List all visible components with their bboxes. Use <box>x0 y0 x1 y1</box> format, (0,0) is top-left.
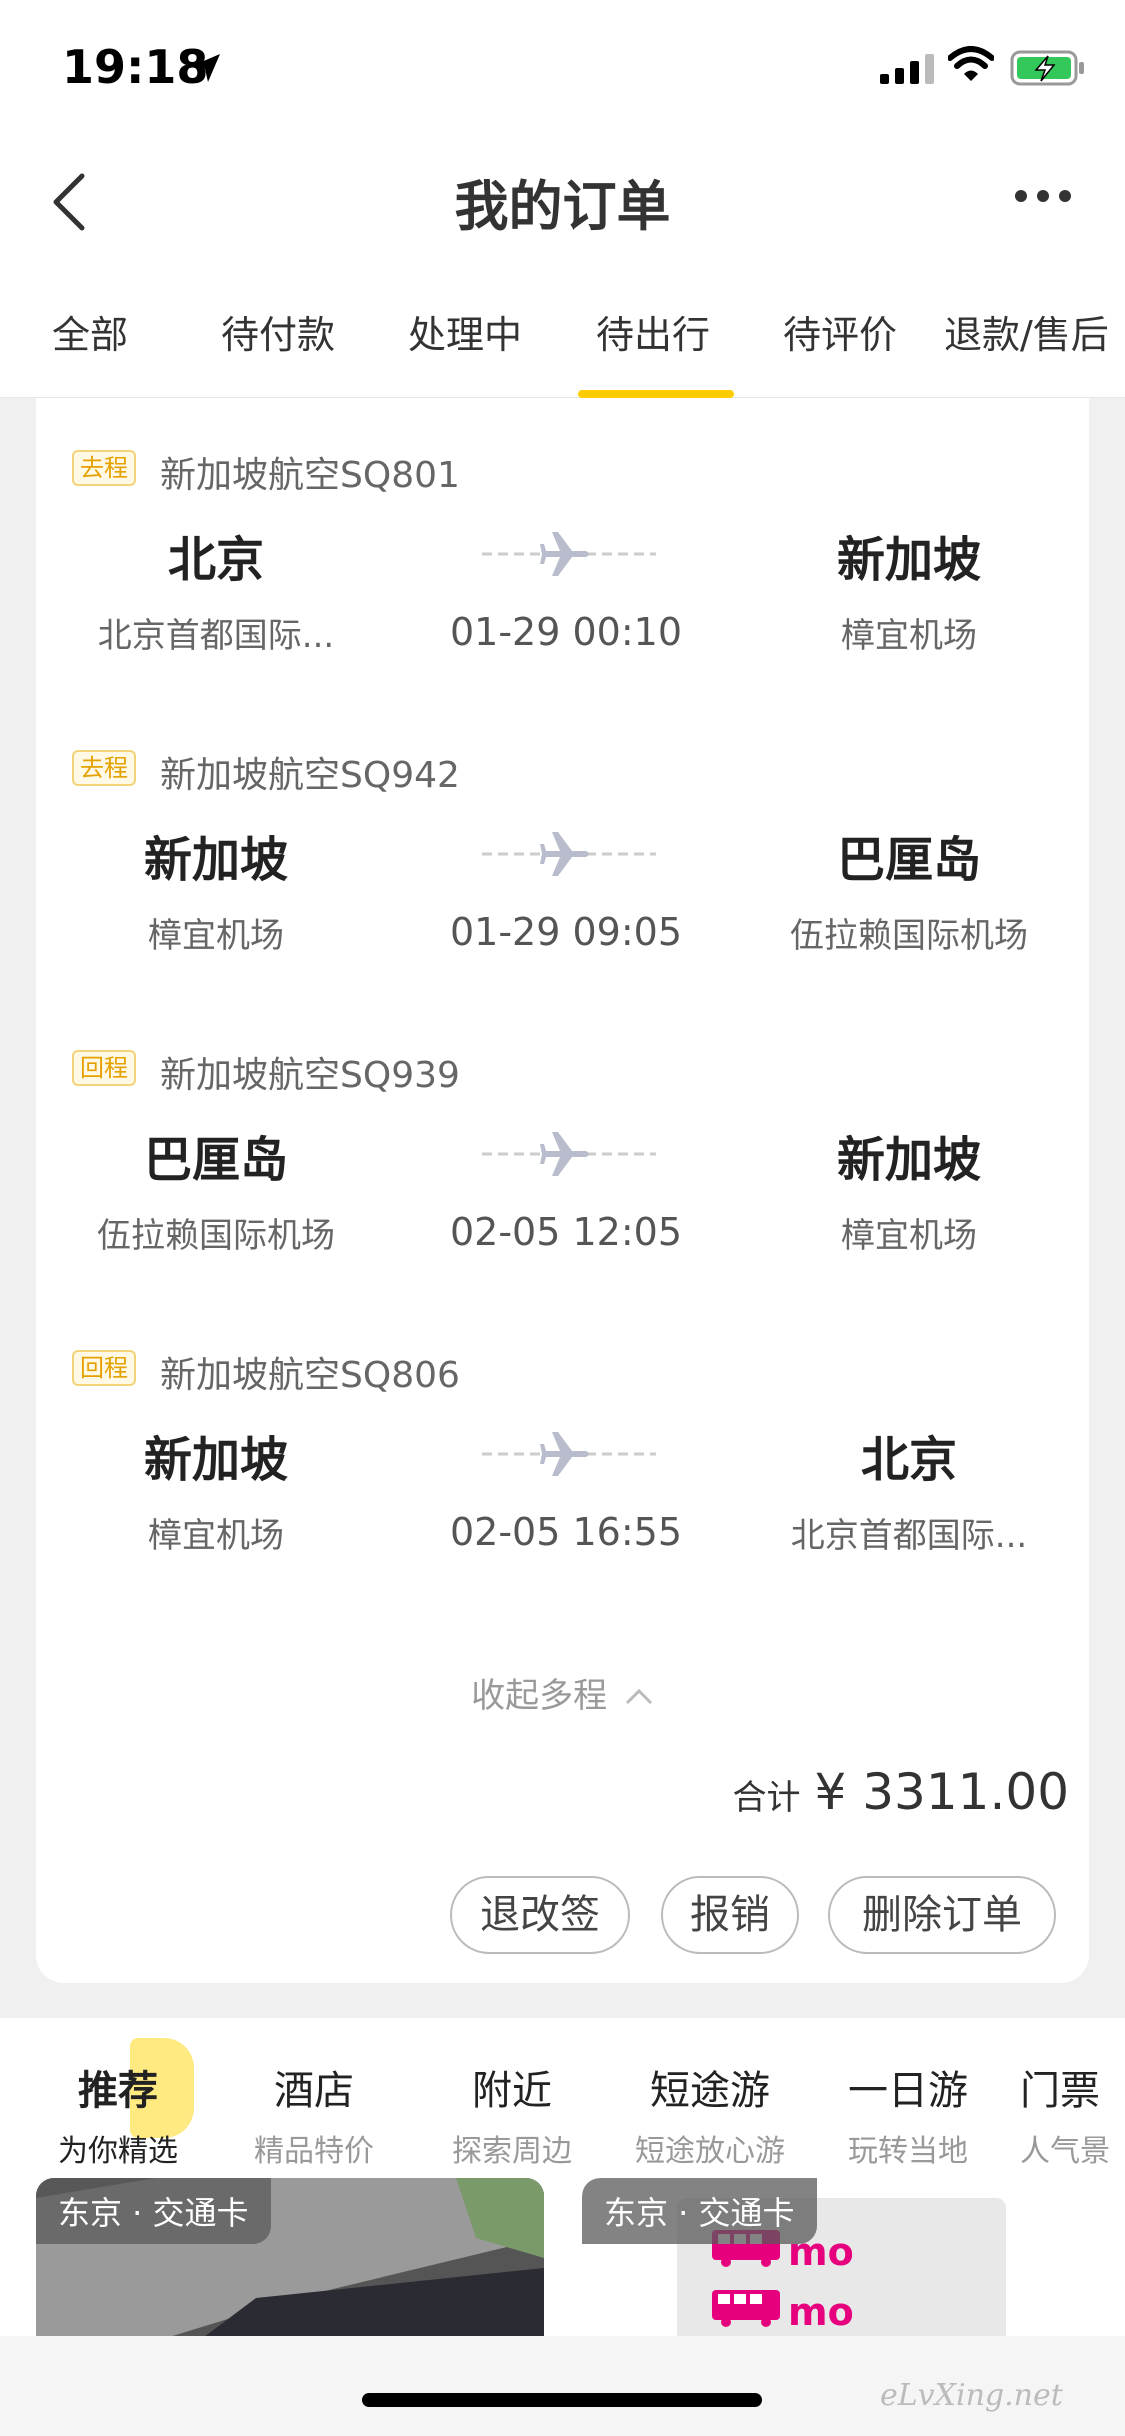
order-card[interactable]: 去程 新加坡航空SQ801 北京 北京首都国际... 新加坡 樟宜机场 01-2… <box>36 398 1089 1983</box>
collapse-multi-trip-button[interactable]: 收起多程 <box>36 1668 1089 1717</box>
departure-city: 新加坡 <box>143 1432 288 1488</box>
rec-tab-subtitle: 短途放心游 <box>635 2134 785 2169</box>
more-options-icon[interactable] <box>1015 190 1071 202</box>
total-label: 合计 <box>732 1778 801 1818</box>
rec-tab-day-trip[interactable]: 一日游 玩转当地 <box>818 2058 998 2170</box>
tab-upcoming-trip[interactable]: 待出行 <box>596 304 710 359</box>
departure-airport: 樟宜机场 <box>148 1516 284 1556</box>
change-refund-button[interactable]: 退改签 <box>450 1876 630 1954</box>
airplane-icon <box>482 1132 656 1176</box>
order-total: 合计 ¥ 3311.00 <box>733 1763 1069 1821</box>
tab-pending-payment[interactable]: 待付款 <box>221 304 335 359</box>
rec-tab-tickets[interactable]: 门票 人气景 <box>1020 2058 1125 2170</box>
departure-time: 01-29 09:05 <box>449 910 682 954</box>
page-title: 我的订单 <box>454 175 671 238</box>
rec-tab-subtitle: 为你精选 <box>58 2134 178 2169</box>
airline-flight: 新加坡航空SQ801 <box>160 455 460 496</box>
rec-tab-subtitle: 探索周边 <box>452 2134 572 2169</box>
cellular-signal-icon <box>880 52 934 84</box>
departure-time: 01-29 00:10 <box>449 610 682 654</box>
active-tab-indicator <box>578 390 734 398</box>
arrival-city: 新加坡 <box>836 532 981 588</box>
departure-airport: 北京首都国际... <box>97 616 335 656</box>
card-label: 东京 · 交通卡 <box>36 2178 271 2244</box>
flight-segment[interactable]: 去程 新加坡航空SQ801 北京 北京首都国际... 新加坡 樟宜机场 01-2… <box>36 398 1089 698</box>
arrival-city: 巴厘岛 <box>836 832 981 888</box>
flight-segment[interactable]: 回程 新加坡航空SQ939 巴厘岛 伍拉赖国际机场 新加坡 樟宜机场 02-05… <box>36 998 1089 1298</box>
flight-segment[interactable]: 去程 新加坡航空SQ942 新加坡 樟宜机场 巴厘岛 伍拉赖国际机场 01-29… <box>36 698 1089 998</box>
rec-tab-title: 短途游 <box>650 2068 770 2114</box>
collapse-label: 收起多程 <box>471 1676 608 1716</box>
rec-tab-title: 酒店 <box>274 2068 354 2114</box>
departure-airport: 伍拉赖国际机场 <box>97 1216 335 1256</box>
flight-segment[interactable]: 回程 新加坡航空SQ806 新加坡 樟宜机场 北京 北京首都国际... 02-0… <box>36 1298 1089 1598</box>
rec-tab-subtitle: 精品特价 <box>254 2134 374 2169</box>
total-amount: ¥ 3311.00 <box>814 1763 1069 1821</box>
status-bar: 19:18 <box>0 0 1125 132</box>
rec-tab-hotel[interactable]: 酒店 精品特价 <box>224 2058 404 2170</box>
rec-tab-recommend[interactable]: 推荐 为你精选 <box>28 2058 208 2170</box>
departure-airport: 樟宜机场 <box>148 916 284 956</box>
status-time: 19:18 <box>62 40 209 94</box>
trip-direction-tag: 回程 <box>72 1350 136 1386</box>
trip-direction-tag: 去程 <box>72 750 136 786</box>
rec-tab-nearby[interactable]: 附近 探索周边 <box>422 2058 602 2170</box>
airplane-icon <box>482 832 656 876</box>
tab-all[interactable]: 全部 <box>52 304 128 359</box>
arrival-airport: 伍拉赖国际机场 <box>790 916 1028 956</box>
departure-time: 02-05 12:05 <box>449 1210 682 1254</box>
arrival-airport: 樟宜机场 <box>841 1216 977 1256</box>
departure-time: 02-05 16:55 <box>449 1510 682 1554</box>
departure-city: 新加坡 <box>143 832 288 888</box>
trip-direction-tag: 去程 <box>72 450 136 486</box>
rec-tab-subtitle: 人气景 <box>1020 2134 1110 2169</box>
reimburse-button[interactable]: 报销 <box>661 1876 799 1954</box>
watermark: eLvXing.net <box>880 2378 1063 2413</box>
trip-direction-tag: 回程 <box>72 1050 136 1086</box>
tab-pending-review[interactable]: 待评价 <box>783 304 897 359</box>
card-label: 东京 · 交通卡 <box>582 2178 817 2244</box>
airline-flight: 新加坡航空SQ806 <box>160 1355 460 1396</box>
tab-processing[interactable]: 处理中 <box>408 304 522 359</box>
airline-flight: 新加坡航空SQ939 <box>160 1055 460 1096</box>
battery-charging-icon <box>1010 50 1084 86</box>
order-status-tabs: 全部 待付款 处理中 待出行 待评价 退款/售后 <box>0 262 1125 398</box>
rec-tab-title: 一日游 <box>848 2068 968 2114</box>
chevron-up-icon <box>625 1688 652 1705</box>
airline-flight: 新加坡航空SQ942 <box>160 755 460 796</box>
delete-order-button[interactable]: 删除订单 <box>828 1876 1056 1954</box>
airplane-icon <box>482 532 656 576</box>
tab-refund-aftersale[interactable]: 退款/售后 <box>944 304 1109 359</box>
wifi-icon <box>948 46 994 81</box>
arrival-airport: 樟宜机场 <box>841 616 977 656</box>
arrival-city: 新加坡 <box>836 1132 981 1188</box>
rec-tab-title: 门票 <box>1020 2068 1100 2114</box>
arrival-city: 北京 <box>860 1432 957 1488</box>
departure-city: 巴厘岛 <box>143 1132 288 1188</box>
airplane-icon <box>482 1432 656 1476</box>
arrival-airport: 北京首都国际... <box>790 1516 1028 1556</box>
nav-bar: 我的订单 <box>0 132 1125 262</box>
rec-tab-subtitle: 玩转当地 <box>848 2134 968 2169</box>
rec-tab-title: 推荐 <box>78 2068 158 2114</box>
location-arrow-icon <box>192 54 220 82</box>
home-indicator[interactable] <box>362 2393 762 2407</box>
rec-tab-short-trip[interactable]: 短途游 短途放心游 <box>620 2058 800 2170</box>
departure-city: 北京 <box>167 532 264 588</box>
rec-tab-title: 附近 <box>472 2068 552 2114</box>
